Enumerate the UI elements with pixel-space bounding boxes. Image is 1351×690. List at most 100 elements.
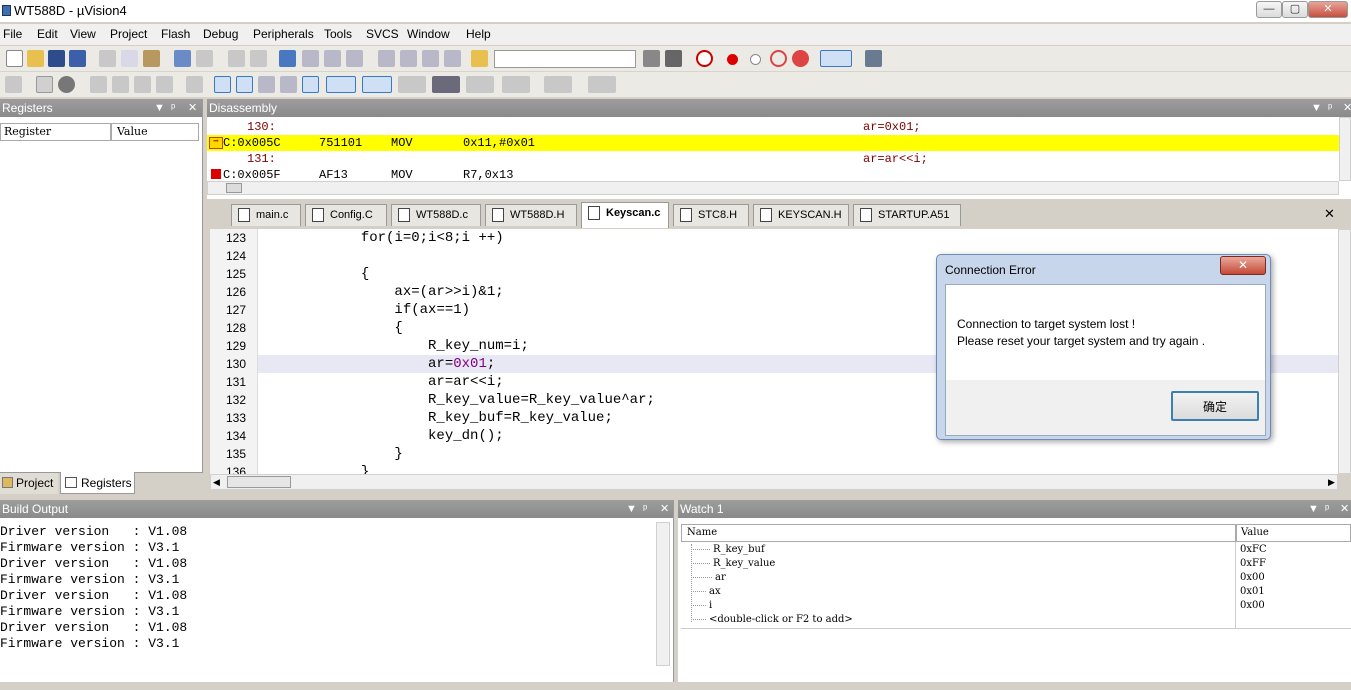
uncomment-icon[interactable]: [444, 50, 461, 67]
tab-startup-a51[interactable]: STARTUP.A51: [853, 204, 961, 226]
editor-hscroll[interactable]: ◀ ▶: [210, 474, 1338, 490]
close-tab-icon[interactable]: ✕: [1324, 206, 1335, 222]
panel-menu-icon[interactable]: ▼: [1308, 500, 1319, 518]
nav-forward-icon[interactable]: [250, 50, 267, 67]
logic-analyzer-icon[interactable]: [432, 76, 460, 93]
scroll-right-icon[interactable]: ▶: [1328, 477, 1335, 488]
bookmark-prev-icon[interactable]: [302, 50, 319, 67]
watch-row-name[interactable]: ar: [715, 572, 726, 583]
kill-breakpoints-icon[interactable]: [770, 50, 787, 67]
step-over-icon[interactable]: [112, 76, 129, 93]
editor-vscroll[interactable]: [1338, 229, 1351, 474]
find-in-files-icon[interactable]: [471, 50, 488, 67]
minimize-button[interactable]: —: [1256, 1, 1282, 18]
save-all-icon[interactable]: [69, 50, 86, 67]
memory-window-icon[interactable]: [362, 76, 392, 93]
menu-edit[interactable]: Edit: [37, 27, 58, 41]
window-layout-icon[interactable]: [820, 50, 852, 67]
find-icon[interactable]: [643, 50, 660, 67]
watch-row-value[interactable]: 0x00: [1240, 600, 1265, 611]
close-button[interactable]: ✕: [1308, 1, 1348, 18]
call-stack-icon[interactable]: [302, 76, 319, 93]
tab-config-c[interactable]: Config.C: [305, 204, 387, 226]
dialog-close-button[interactable]: ✕: [1220, 256, 1266, 275]
panel-close-icon[interactable]: ✕: [1340, 500, 1349, 518]
disasm-row-current[interactable]: ➡ C:0x005C 751101 MOV 0x11,#0x01: [207, 135, 1339, 151]
unindent-icon[interactable]: [400, 50, 417, 67]
run-icon[interactable]: [36, 76, 53, 93]
system-viewer-icon[interactable]: [502, 76, 530, 93]
menu-flash[interactable]: Flash: [161, 27, 190, 41]
watch-row-value[interactable]: 0xFF: [1240, 558, 1266, 569]
tab-stc8-h[interactable]: STC8.H: [673, 204, 749, 226]
tab-registers[interactable]: Registers: [60, 472, 135, 494]
open-folder-icon[interactable]: [27, 50, 44, 67]
symbols-window-icon[interactable]: [258, 76, 275, 93]
menu-file[interactable]: File: [3, 27, 22, 41]
tab-wt588d-h[interactable]: WT588D.H: [485, 204, 577, 226]
watch-row-name[interactable]: <double-click or F2 to add>: [709, 614, 853, 625]
menu-view[interactable]: View: [70, 27, 96, 41]
menu-tools[interactable]: Tools: [324, 27, 352, 41]
disasm-row[interactable]: C:0x005F AF13 MOV R7,0x13: [207, 167, 1339, 181]
build-output-vscroll[interactable]: [656, 522, 670, 666]
disasm-hscroll[interactable]: [207, 181, 1339, 195]
hscroll-thumb[interactable]: [226, 183, 242, 193]
redo-icon[interactable]: [196, 50, 213, 67]
watch-row-value[interactable]: 0x00: [1240, 572, 1265, 583]
reset-icon[interactable]: [5, 76, 22, 93]
watch-row-name[interactable]: R_key_value: [713, 558, 775, 569]
breakpoint-icon[interactable]: [727, 54, 738, 65]
cut-icon[interactable]: [99, 50, 116, 67]
copy-icon[interactable]: [121, 50, 138, 67]
disasm-row[interactable]: 131: ar=ar<<i;: [207, 151, 1339, 167]
panel-menu-icon[interactable]: ▼: [154, 99, 165, 117]
comment-icon[interactable]: [422, 50, 439, 67]
restore-button[interactable]: ▢: [1282, 1, 1308, 18]
bookmark-clear-icon[interactable]: [346, 50, 363, 67]
run-to-cursor-icon[interactable]: [156, 76, 173, 93]
panel-menu-icon[interactable]: ▼: [1311, 99, 1322, 117]
menu-svcs[interactable]: SVCS: [366, 27, 399, 41]
ok-button[interactable]: 确定: [1171, 391, 1259, 421]
menu-debug[interactable]: Debug: [203, 27, 238, 41]
tab-main-c[interactable]: main.c: [231, 204, 301, 226]
tab-project[interactable]: Project: [0, 473, 58, 494]
serial-window-icon[interactable]: [398, 76, 426, 93]
watch-row-name[interactable]: ax: [709, 586, 721, 597]
toolbox-icon[interactable]: [544, 76, 572, 93]
paste-icon[interactable]: [143, 50, 160, 67]
step-into-icon[interactable]: [90, 76, 107, 93]
incremental-find-icon[interactable]: [665, 50, 682, 67]
disasm-row[interactable]: 130: ar=0x01;: [207, 119, 1339, 135]
registers-col-register[interactable]: Register: [0, 123, 111, 141]
configure-icon[interactable]: [865, 50, 882, 67]
disasm-vscroll[interactable]: [1339, 117, 1351, 181]
undo-icon[interactable]: [174, 50, 191, 67]
watch-row-value[interactable]: 0x01: [1240, 586, 1265, 597]
disable-all-breakpoints-icon[interactable]: [792, 50, 809, 67]
hscroll-thumb[interactable]: [227, 476, 291, 488]
code-line[interactable]: 123 for(i=0;i<8;i ++): [210, 229, 1338, 247]
debug-restore-views-icon[interactable]: [588, 76, 616, 93]
menu-help[interactable]: Help: [466, 27, 491, 41]
watch-col-value[interactable]: Value: [1236, 524, 1351, 542]
bookmark-icon[interactable]: [279, 50, 296, 67]
scroll-left-icon[interactable]: ◀: [213, 477, 220, 488]
code-line[interactable]: 135 }: [210, 445, 1338, 463]
tab-keyscan-c[interactable]: Keyscan.c: [581, 202, 669, 228]
panel-pin-icon[interactable]: ᵖ: [1328, 99, 1332, 117]
new-file-icon[interactable]: [6, 50, 23, 67]
debug-session-icon[interactable]: [696, 50, 713, 67]
trace-window-icon[interactable]: [466, 76, 494, 93]
code-line[interactable]: 136 }: [210, 463, 1338, 474]
disassembly-window-icon[interactable]: [236, 76, 253, 93]
watch-row-value[interactable]: 0xFC: [1240, 544, 1267, 555]
panel-close-icon[interactable]: ✕: [660, 500, 669, 518]
step-out-icon[interactable]: [134, 76, 151, 93]
stop-icon[interactable]: [58, 76, 75, 93]
save-icon[interactable]: [48, 50, 65, 67]
show-next-statement-icon[interactable]: [186, 76, 203, 93]
bookmark-next-icon[interactable]: [324, 50, 341, 67]
indent-icon[interactable]: [378, 50, 395, 67]
